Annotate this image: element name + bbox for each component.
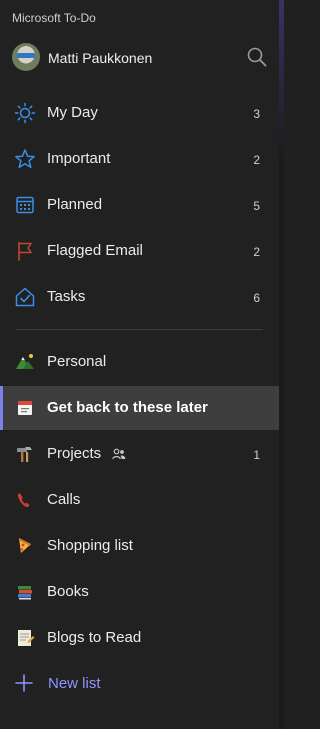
nav-item-label: Get back to these later <box>47 399 208 416</box>
nav-item-personal[interactable]: Personal <box>0 340 279 384</box>
task-count: 1 <box>253 448 260 462</box>
nav-item-my-day[interactable]: My Day 3 <box>0 91 279 135</box>
memo-emoji-icon <box>18 630 35 646</box>
nav-item-label: Calls <box>47 491 81 508</box>
search-button[interactable] <box>246 46 268 68</box>
pizza-emoji-icon <box>19 538 31 553</box>
new-list-button[interactable]: New list <box>0 661 279 705</box>
calendar-emoji-icon <box>18 401 32 415</box>
calendar-icon <box>16 196 34 214</box>
nav-item-label: Blogs to Read <box>47 629 142 646</box>
sun-icon <box>14 102 36 124</box>
flag-icon <box>18 241 32 261</box>
nav-item-planned[interactable]: Planned 5 <box>0 183 279 227</box>
nav-item-label: Personal <box>47 353 107 370</box>
nav-item-books[interactable]: Books <box>0 570 279 614</box>
nav-item-label: Flagged Email <box>47 242 143 259</box>
task-count: 3 <box>253 107 260 121</box>
task-count: 6 <box>253 291 260 305</box>
task-count: 5 <box>253 199 260 213</box>
avatar[interactable] <box>12 43 40 71</box>
nav-item-label: Projects <box>47 445 102 462</box>
nav-item-important[interactable]: Important 2 <box>0 137 279 181</box>
nav-item-label: My Day <box>47 104 98 121</box>
nav-item-flagged-email[interactable]: Flagged Email 2 <box>0 229 279 273</box>
home-check-icon <box>15 287 35 307</box>
search-icon <box>247 47 267 67</box>
nav-item-tasks[interactable]: Tasks 6 <box>0 275 279 319</box>
nav-item-label: Planned <box>47 196 103 213</box>
app-title: Microsoft To-Do <box>12 11 96 25</box>
phone-emoji-icon <box>17 493 30 508</box>
nav-item-shopping-list[interactable]: Shopping list <box>0 524 279 568</box>
nav-item-label: Important <box>47 150 111 167</box>
nav-item-calls[interactable]: Calls <box>0 478 279 522</box>
shared-people-icon <box>112 448 126 460</box>
star-icon <box>15 149 35 169</box>
window-edge-accent <box>279 0 284 160</box>
nav-item-get-back-to-these-later[interactable]: Get back to these later <box>0 386 279 430</box>
mountain-emoji-icon <box>16 354 34 369</box>
nav-item-label: Shopping list <box>47 537 133 554</box>
new-list-label: New list <box>48 675 101 692</box>
nav-item-label: Tasks <box>47 288 86 305</box>
nav-item-projects[interactable]: Projects 1 <box>0 432 279 476</box>
books-emoji-icon <box>18 586 32 600</box>
task-count: 2 <box>253 245 260 259</box>
plus-icon <box>15 674 33 692</box>
sidebar: Microsoft To-Do Matti Paukkonen My Day 3 <box>0 0 279 729</box>
nav-item-blogs-to-read[interactable]: Blogs to Read <box>0 616 279 660</box>
user-row[interactable]: Matti Paukkonen <box>0 38 279 76</box>
nav-item-label: Books <box>47 583 89 600</box>
task-count: 2 <box>253 153 260 167</box>
hammer-emoji-icon <box>17 447 32 462</box>
user-name[interactable]: Matti Paukkonen <box>48 50 152 66</box>
divider <box>16 329 263 330</box>
